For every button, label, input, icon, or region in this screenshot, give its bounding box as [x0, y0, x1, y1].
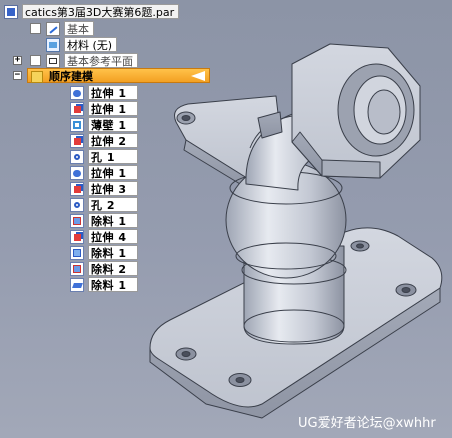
tree-item-basic-label: 基本 [64, 21, 94, 36]
expand-reference-planes[interactable]: + [13, 56, 22, 65]
cut-icon [70, 213, 84, 228]
tree-item-sequential-modeling[interactable]: 顺序建模 [27, 68, 210, 83]
tree-item-reference-planes-label: 基本参考平面 [64, 53, 138, 68]
reference-plane-icon [46, 53, 60, 68]
active-pointer-icon [191, 71, 205, 81]
hole-icon [70, 149, 84, 164]
tree-item-material[interactable]: 材料 (无) [46, 37, 118, 52]
feature-item[interactable]: 除料 1 [70, 213, 138, 228]
tree-item-sequential-modeling-label: 顺序建模 [49, 70, 93, 83]
feature-label: 除料 2 [88, 261, 138, 276]
feature-label: 拉伸 2 [88, 133, 138, 148]
watermark-text: UG爱好者论坛@xwhhr [298, 416, 436, 431]
extrude-icon [70, 101, 84, 116]
feature-item[interactable]: 薄壁 1 [70, 117, 138, 132]
feature-label: 除料 1 [88, 213, 138, 228]
tree-item-basic[interactable]: 基本 [46, 21, 94, 36]
feature-label: 拉伸 1 [88, 165, 138, 180]
feature-label: 孔 2 [88, 197, 138, 212]
feature-item[interactable]: 拉伸 4 [70, 229, 138, 244]
feature-label: 除料 1 [88, 277, 138, 292]
sketch-icon [46, 21, 60, 36]
hole-icon [70, 197, 84, 212]
feature-tree: catics第3届3D大赛第6题.par 基本 材料 (无) + 基本参考平面 … [0, 0, 240, 300]
visibility-checkbox-basic[interactable] [30, 23, 41, 34]
feature-item[interactable]: 拉伸 3 [70, 181, 138, 196]
part-file-icon [4, 4, 18, 19]
revolve-icon [70, 165, 84, 180]
material-icon [46, 37, 60, 52]
tree-item-reference-planes[interactable]: 基本参考平面 [46, 53, 138, 68]
cut-icon [70, 261, 84, 276]
feature-label: 拉伸 4 [88, 229, 138, 244]
tree-root-label: catics第3届3D大赛第6题.par [22, 4, 180, 19]
extrude-icon [70, 133, 84, 148]
feature-label: 除料 1 [88, 245, 138, 260]
extrude-icon [70, 229, 84, 244]
feature-label: 拉伸 1 [88, 101, 138, 116]
feature-item[interactable]: 拉伸 1 [70, 85, 138, 100]
feature-label: 拉伸 3 [88, 181, 138, 196]
thin-wall-icon [70, 117, 84, 132]
collapse-sequential-modeling[interactable]: − [13, 71, 22, 80]
sequential-modeling-icon [31, 70, 43, 83]
feature-item[interactable]: 拉伸 2 [70, 133, 138, 148]
feature-label: 薄壁 1 [88, 117, 138, 132]
feature-item[interactable]: 除料 2 [70, 261, 138, 276]
draft-icon [70, 277, 84, 292]
feature-item[interactable]: 孔 1 [70, 149, 138, 164]
extrude-icon [70, 181, 84, 196]
feature-label: 拉伸 1 [88, 85, 138, 100]
feature-item[interactable]: 除料 1 [70, 245, 138, 260]
tree-item-material-label: 材料 (无) [64, 37, 118, 52]
revolve-icon [70, 85, 84, 100]
cut-icon [70, 245, 84, 260]
feature-label: 孔 1 [88, 149, 138, 164]
feature-item[interactable]: 拉伸 1 [70, 165, 138, 180]
visibility-checkbox-planes[interactable] [30, 55, 41, 66]
tree-root[interactable]: catics第3届3D大赛第6题.par [4, 4, 180, 19]
feature-item[interactable]: 孔 2 [70, 197, 138, 212]
feature-item[interactable]: 除料 1 [70, 277, 138, 292]
feature-item[interactable]: 拉伸 1 [70, 101, 138, 116]
